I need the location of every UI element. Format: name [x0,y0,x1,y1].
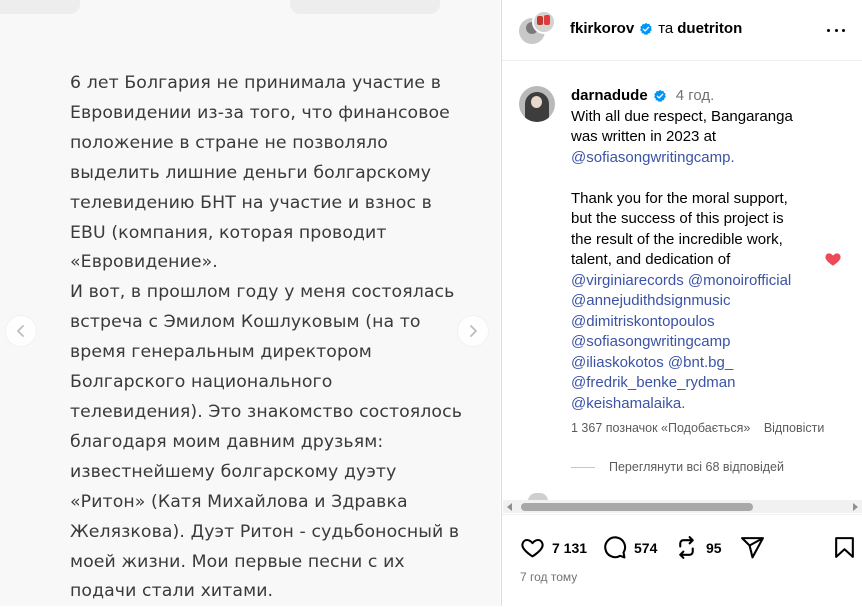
reposts-count[interactable]: 95 [706,540,722,556]
post-timestamp[interactable]: 7 год тому [520,570,577,584]
comment-text-line: talent, and dedication of [571,251,731,268]
more-dot-icon [842,28,845,32]
commenter-username-text[interactable]: darnadude [571,86,648,107]
media-text-line: телевидения). Это знакомство состоялось [70,401,462,422]
comment-like-heart-icon[interactable] [824,250,842,268]
view-replies-label[interactable]: Переглянути всі 68 відповідей [609,460,784,474]
verified-badge-icon [640,22,653,35]
media-text-line: «Евровидение». [70,252,218,273]
media-text-line: известнейшему болгарскому дуэту [70,461,397,482]
save-button[interactable] [832,535,857,560]
comment-text-line: but the success of this project is [571,210,784,227]
comment-text-line: the result of the incredible work, [571,230,783,248]
comments-count[interactable]: 574 [634,540,657,556]
media-text-line: встреча с Эмилом Кошлуковым (на то [70,312,421,333]
repost-icon [679,536,694,559]
comment-text-line: Thank you for the moral support, [571,189,788,207]
chevron-left-icon [17,325,24,337]
commenter-username[interactable]: darnadude [571,86,672,107]
scroll-left-arrow-icon[interactable] [507,503,512,511]
post-header: fkirkorov та duetriton [502,0,862,61]
comment-meta: 1 367 позначок «Подобається» Відповісти [571,421,824,435]
comment-blank-line [571,168,819,189]
likes-count[interactable]: 7 131 [552,540,587,556]
share-button[interactable] [740,535,765,560]
media-text-line: EBU (компания, которая проводит [70,222,387,243]
coauthor-username[interactable]: duetriton [677,20,742,37]
comment-body: darnadude 4 год. With all due respect, B… [571,86,819,414]
comment-mention-line[interactable]: @sofiasongwritingcamp [571,332,819,353]
media-text-line: благодаря моим давним друзьям: [70,431,384,452]
post-authors: fkirkorov та duetriton [570,20,742,37]
heart-icon [521,538,544,558]
more-options-button[interactable] [827,22,845,38]
comment-mention-line[interactable]: @keishamalaika. [571,394,819,415]
commenter-avatar[interactable] [519,86,555,122]
replies-divider [571,466,595,468]
media-text-line: время генеральным директором [70,342,372,363]
view-replies-button[interactable]: Переглянути всі 68 відповідей [571,460,784,474]
more-dot-icon [827,28,830,32]
author-conjunction: та [658,20,674,37]
media-text-block: 6 лет Болгария не принимала участие в Евр… [70,69,480,606]
more-dot-icon [834,28,838,32]
coauthor-avatar[interactable] [532,10,556,34]
comment-text-line: was written in 2023 at [571,128,717,145]
media-text-line: «Ритон» (Катя Михайлова и Здравка [70,491,408,512]
media-text-line: Евровидении из-за того, что финансовое [70,102,450,123]
post-media: 6 лет Болгария не принимала участие в Евр… [0,0,500,606]
comment-time[interactable]: 4 год. [676,87,715,104]
comment-button[interactable]: 574 [602,535,657,560]
author-username[interactable]: fkirkorov [570,20,634,37]
media-text-line: подачи стали хитами. [70,581,274,602]
media-text-line: моей жизни. Мои первые песни с их [70,551,405,572]
comment-header: darnadude 4 год. [571,86,819,107]
media-top-fragment-right [290,0,440,14]
comment-likes-count[interactable]: 1 367 позначок «Подобається» [571,421,750,435]
media-text-line: выделить лишние деньги болгарскому [70,162,432,183]
scrollbar-thumb[interactable] [521,503,753,511]
comment-mention-line[interactable]: @fredrik_benke_rydman [571,373,819,394]
repost-button[interactable]: 95 [674,535,722,560]
bookmark-icon [835,537,854,558]
carousel-next-button[interactable] [458,316,488,346]
comment-mention-line[interactable]: @virginiarecords @monoirofficial [571,271,819,292]
verified-badge-icon [653,90,666,103]
post-side-panel: fkirkorov та duetriton darnadude 4 год. … [501,0,862,606]
scroll-right-arrow-icon[interactable] [853,503,858,511]
media-text-line: 6 лет Болгария не принимала участие в [70,73,442,93]
media-top-fragment-left [0,0,80,14]
horizontal-scrollbar[interactable] [503,500,862,513]
carousel-prev-button[interactable] [6,316,36,346]
comment-mention-line[interactable]: @dimitriskontopoulos [571,312,819,333]
media-text-line: положение в стране не позволяло [70,132,388,153]
comment-text: With all due respect, Bangaranga was writ… [571,107,819,415]
like-button[interactable]: 7 131 [520,535,587,560]
post-actions: 7 131 574 95 7 год тому [502,514,862,607]
send-icon [741,537,764,559]
media-text-line: телевидению БНТ на участие и взнос в [70,192,432,213]
comment-text-line: With all due respect, Bangaranga [571,107,793,125]
comment-mention-line[interactable]: @iliaskokotos @bnt.bg_ [571,353,819,374]
reply-button[interactable]: Відповісти [764,421,825,435]
comment-mention-line[interactable]: @annejudithdsignmusic [571,291,819,312]
media-text-line: Желязкова). Дуэт Ритон - судьбоносный в [70,521,460,542]
comment-mention-line[interactable]: @sofiasongwritingcamp. [571,148,819,169]
chevron-right-icon [470,325,477,337]
media-text-line: И вот, в прошлом году у меня состоялась [70,282,455,303]
media-text-line: Болгарского национального [70,372,333,393]
comment-bubble-icon [604,536,627,559]
